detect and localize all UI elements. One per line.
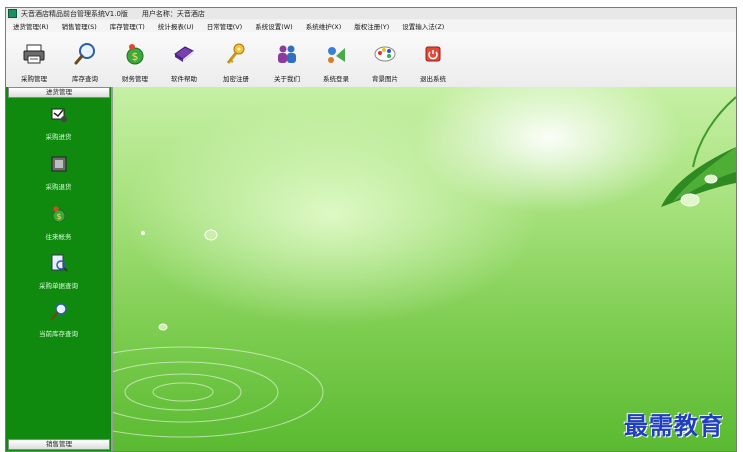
menu-registration[interactable]: 版权注册(Y) — [347, 21, 395, 31]
svg-text:$: $ — [56, 212, 61, 221]
sidebar-item-label: 采购进货 — [45, 133, 72, 141]
menu-bar: 进货管理(R) 销售管理(S) 库存管理(T) 统计报表(U) 日常管理(V) … — [6, 20, 736, 32]
water-droplets — [141, 174, 718, 331]
menu-daily[interactable]: 日常管理(V) — [200, 21, 249, 31]
sidebar-header-sales[interactable]: 销售管理 — [8, 439, 110, 450]
purchase-icon — [51, 108, 67, 122]
menu-reports[interactable]: 统计报表(U) — [151, 21, 200, 31]
book-icon — [174, 46, 194, 62]
toolbar-label: 库存查询 — [72, 75, 98, 83]
stock-search-icon — [50, 303, 67, 321]
return-icon — [51, 156, 66, 172]
people-icon — [278, 45, 296, 63]
sidebar-item-purchase-query[interactable]: 采购单据查询 — [6, 253, 111, 290]
menu-sales[interactable]: 销售管理(S) — [55, 21, 103, 31]
toolbar-login-button[interactable]: 系统登录 — [313, 38, 359, 84]
sidebar: 进货管理 采购进货 采购退货 $ 往来帐务 采购单据查询 当前库存查询 销售管理 — [6, 87, 113, 451]
toolbar-help-button[interactable]: 软件帮助 — [161, 38, 207, 84]
sidebar-item-purchase-return[interactable]: 采购退货 — [6, 154, 111, 191]
sidebar-item-stock-query[interactable]: 当前库存查询 — [6, 301, 111, 338]
leaf-image — [661, 96, 736, 207]
app-window: 天音酒店精品前台管理系统V1.0版 用户名称：天音酒店 进货管理(R) 销售管理… — [5, 7, 737, 452]
toolbar-background-button[interactable]: 背景图片 — [362, 38, 408, 84]
document-search-icon — [51, 254, 68, 272]
water-ripples — [113, 346, 324, 438]
power-icon — [425, 46, 441, 62]
toolbar-stock-query-button[interactable]: 库存查询 — [62, 38, 108, 84]
toolbar-label: 财务管理 — [122, 75, 148, 83]
sidebar-item-label: 当前库存查询 — [39, 330, 78, 338]
toolbar-label: 加密注册 — [223, 75, 249, 83]
toolbar-finance-button[interactable]: $ 财务管理 — [112, 38, 158, 84]
key-icon — [226, 43, 245, 64]
window-title: 天音酒店精品前台管理系统V1.0版 — [21, 9, 128, 18]
user-name: 用户名称：天音酒店 — [141, 9, 205, 18]
toolbar: 采购管理 库存查询 $ 财务管理 软件帮助 加密注册 关于我们 系统登录 背景图… — [6, 32, 736, 88]
login-icon — [328, 47, 345, 63]
app-logo-icon — [8, 9, 17, 18]
svg-text:$: $ — [132, 50, 139, 63]
sidebar-header-purchase[interactable]: 进货管理 — [8, 87, 110, 98]
menu-purchase[interactable]: 进货管理(R) — [6, 21, 55, 31]
sidebar-item-label: 往来帐务 — [45, 233, 72, 241]
watermark-text: 最需教育 — [624, 411, 724, 440]
toolbar-label: 退出系统 — [420, 75, 446, 83]
background-scene — [113, 96, 736, 438]
main-background-area: 最需教育 — [113, 87, 736, 451]
palette-icon — [374, 46, 396, 62]
menu-maintenance[interactable]: 系统维护(X) — [299, 21, 348, 31]
menu-input-method[interactable]: 设置输入法(Z) — [395, 21, 450, 31]
menu-inventory[interactable]: 库存管理(T) — [103, 21, 151, 31]
toolbar-label: 采购管理 — [21, 75, 47, 83]
toolbar-purchase-button[interactable]: 采购管理 — [11, 38, 57, 84]
accounts-icon: $ — [52, 206, 65, 223]
money-icon: $ — [126, 44, 144, 65]
sidebar-item-label: 采购单据查询 — [39, 282, 78, 290]
sidebar-item-accounts[interactable]: $ 往来帐务 — [6, 204, 111, 241]
toolbar-register-button[interactable]: 加密注册 — [213, 38, 259, 84]
toolbar-exit-button[interactable]: 退出系统 — [410, 38, 456, 84]
toolbar-label: 背景图片 — [372, 75, 398, 83]
menu-settings[interactable]: 系统设置(W) — [248, 21, 299, 31]
sidebar-item-label: 采购退货 — [45, 183, 72, 191]
toolbar-about-button[interactable]: 关于我们 — [264, 38, 310, 84]
magnifier-icon — [74, 43, 95, 65]
title-bar: 天音酒店精品前台管理系统V1.0版 用户名称：天音酒店 — [6, 8, 736, 19]
toolbar-label: 系统登录 — [323, 75, 349, 83]
toolbar-label: 软件帮助 — [171, 75, 197, 83]
printer-icon — [23, 44, 45, 64]
sidebar-item-purchase-in[interactable]: 采购进货 — [6, 104, 111, 141]
toolbar-label: 关于我们 — [274, 75, 300, 83]
